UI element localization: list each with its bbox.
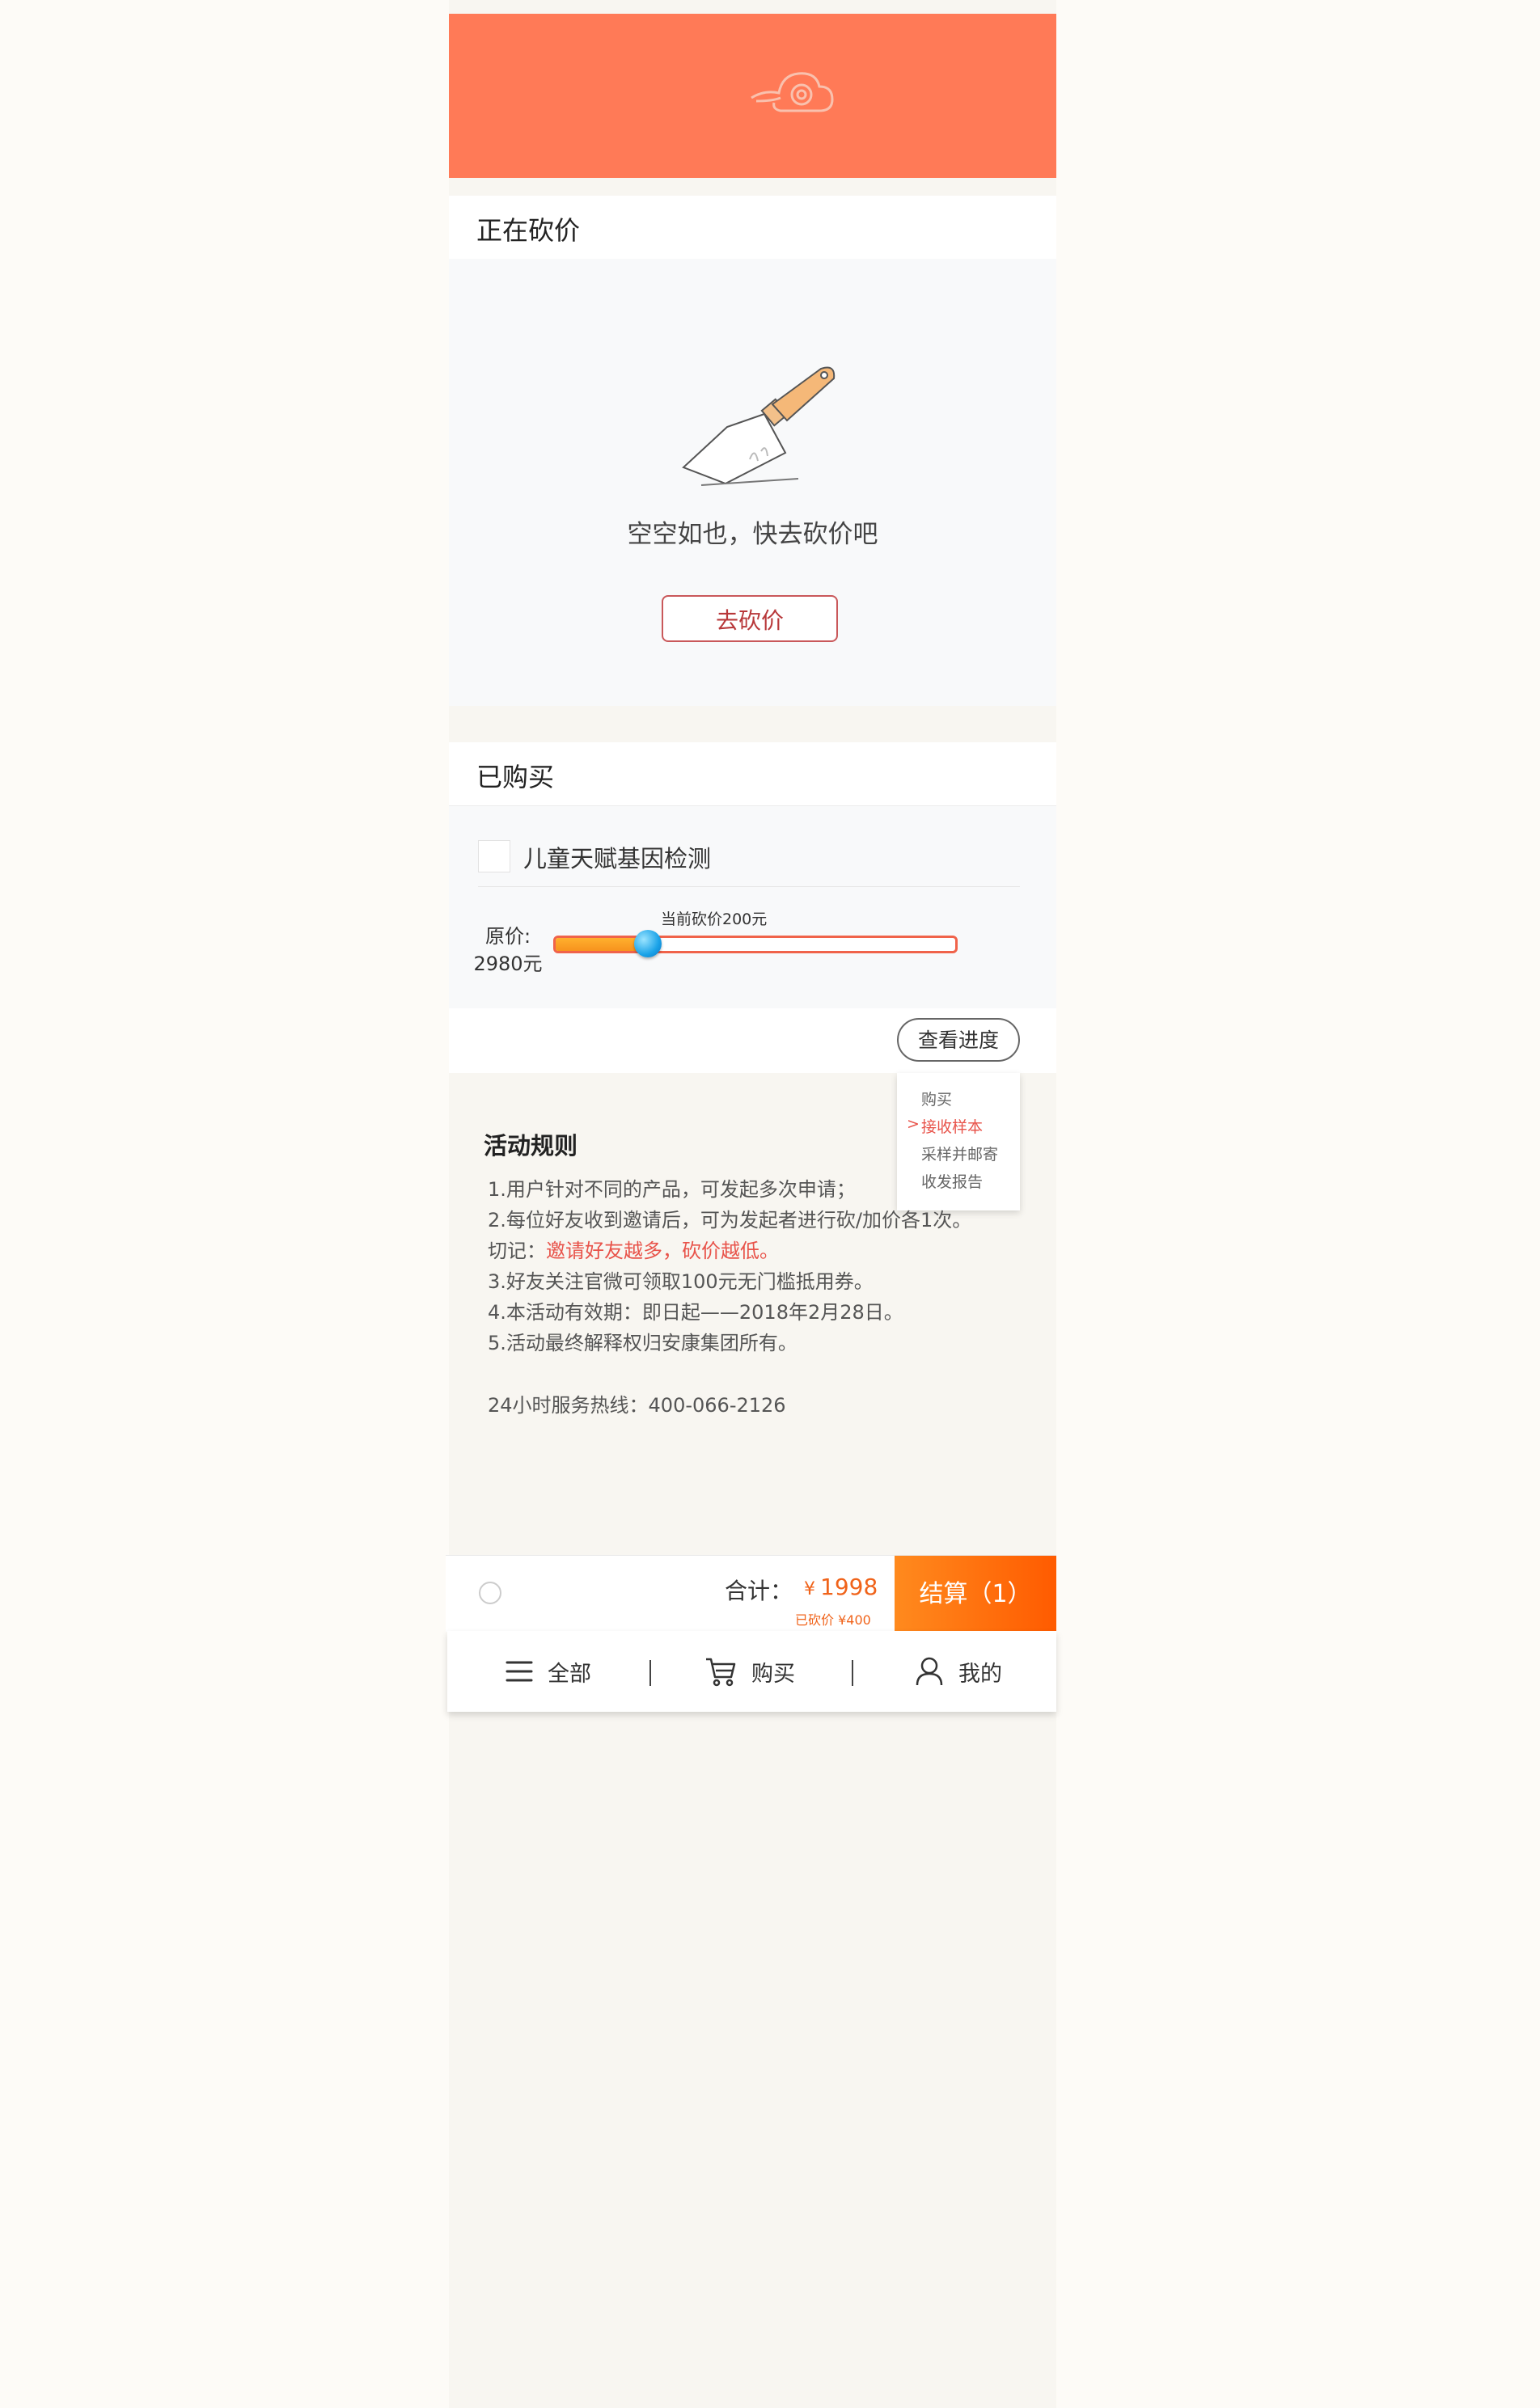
empty-message: 空空如也，快去砍价吧	[627, 520, 878, 549]
cart-icon	[706, 1658, 736, 1687]
user-icon	[916, 1657, 943, 1686]
product-checkbox[interactable]	[478, 840, 510, 872]
header-banner	[449, 14, 1056, 178]
nav-buy[interactable]: 购买	[704, 1631, 795, 1712]
menu-icon	[506, 1661, 533, 1682]
progress-step-3[interactable]: 采样并邮寄	[921, 1143, 998, 1164]
original-price-label: 原价:	[484, 925, 531, 948]
bargaining-section-header: 正在砍价	[449, 196, 1056, 260]
cloud-logo-icon	[751, 72, 834, 112]
cut-amount: 已砍价 ¥400	[795, 1612, 871, 1628]
rule-line: 3.好友关注官微可领取100元无门槛抵用券。	[488, 1270, 874, 1293]
nav-all-label: 全部	[548, 1661, 591, 1687]
current-cut-label: 当前砍价200元	[661, 910, 768, 928]
original-price: 原价: 2980元	[463, 923, 552, 978]
rule-warning-prefix: 切记：	[488, 1240, 546, 1262]
currency-symbol: ¥	[804, 1579, 815, 1599]
total-label: 合计：	[725, 1578, 793, 1604]
select-all-radio[interactable]	[479, 1582, 501, 1604]
cleaver-icon	[682, 366, 836, 486]
product-name: 儿童天赋基因检测	[523, 845, 712, 872]
rule-line: 4.本活动有效期：即日起——2018年2月28日。	[488, 1301, 903, 1324]
purchased-title: 已购买	[476, 762, 555, 792]
progress-step-2[interactable]: 接收样本	[921, 1115, 983, 1137]
nav-divider	[649, 1660, 651, 1686]
bottom-nav: 全部 购买 我的	[447, 1631, 1056, 1712]
rule-line: 5.活动最终解释权归安康集团所有。	[488, 1332, 798, 1354]
total-amount: 1998	[820, 1574, 878, 1600]
rule-warning-text: 邀请好友越多，砍价越低。	[546, 1240, 779, 1262]
bargain-progress-bar	[553, 930, 958, 957]
progress-step-1[interactable]: 购买	[921, 1088, 952, 1109]
nav-mine[interactable]: 我的	[915, 1631, 1002, 1712]
nav-divider	[852, 1660, 853, 1686]
rules-list: 1.用户针对不同的产品，可发起多次申请； 2.每位好友收到邀请后，可为发起者进行…	[488, 1174, 971, 1358]
rule-line: 2.每位好友收到邀请后，可为发起者进行砍/加价各1次。	[488, 1209, 972, 1231]
nav-buy-label: 购买	[751, 1661, 795, 1687]
purchased-item: 儿童天赋基因检测 原价: 2980元 当前砍价200元	[449, 806, 1056, 1008]
page: 正在砍价 空空如也，快去砍价吧 去砍价 已购买 儿童天赋基因检测 原价: 298…	[446, 0, 1056, 2408]
checkout-bar: 合计： ¥1998 已砍价 ¥400 结算（1）	[446, 1555, 1056, 1632]
service-hotline: 24小时服务热线：400-066-2126	[488, 1394, 786, 1417]
bargaining-title: 正在砍价	[476, 215, 581, 246]
divider	[478, 886, 1020, 887]
rule-line: 1.用户针对不同的产品，可发起多次申请；	[488, 1178, 856, 1201]
original-price-value: 2980元	[473, 953, 543, 975]
active-step-marker: >	[907, 1115, 920, 1133]
nav-mine-label: 我的	[958, 1661, 1002, 1687]
checkout-button[interactable]: 结算（1）	[895, 1556, 1056, 1632]
nav-all[interactable]: 全部	[506, 1631, 591, 1712]
action-bar: 查看进度	[449, 1008, 1056, 1073]
go-bargain-button[interactable]: 去砍价	[662, 595, 838, 642]
total-price: ¥1998	[804, 1574, 878, 1600]
rules-title: 活动规则	[484, 1132, 578, 1160]
purchased-section-header: 已购买	[449, 742, 1056, 806]
rule-warning: 切记：邀请好友越多，砍价越低。	[488, 1236, 971, 1266]
bargaining-empty-area: 空空如也，快去砍价吧 去砍价	[449, 259, 1056, 706]
view-progress-button[interactable]: 查看进度	[897, 1018, 1020, 1062]
progress-knob[interactable]	[633, 930, 662, 957]
